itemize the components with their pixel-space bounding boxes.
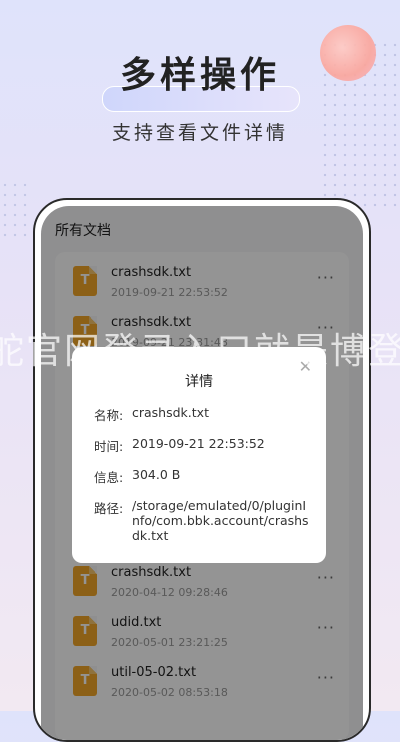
detail-value: crashsdk.txt bbox=[132, 405, 209, 420]
detail-value: 304.0 B bbox=[132, 467, 181, 482]
detail-label: 时间: bbox=[94, 439, 124, 454]
detail-value: /storage/emulated/0/pluginInfo/com.bbk.a… bbox=[132, 498, 309, 543]
details-dialog: ✕ 详情 名称: crashsdk.txt 时间: 2019-09-21 22:… bbox=[72, 347, 326, 563]
promo-headline: 多样操作 bbox=[119, 55, 280, 96]
detail-label: 名称: bbox=[94, 408, 124, 423]
dialog-title: 详情 bbox=[185, 374, 213, 390]
promo-subline: 支持查看文件详情 bbox=[111, 122, 288, 144]
detail-label: 信息: bbox=[94, 470, 124, 485]
detail-value: 2019-09-21 22:53:52 bbox=[132, 436, 265, 451]
decorative-dots-left bbox=[0, 180, 30, 240]
detail-label: 路径: bbox=[94, 501, 124, 516]
